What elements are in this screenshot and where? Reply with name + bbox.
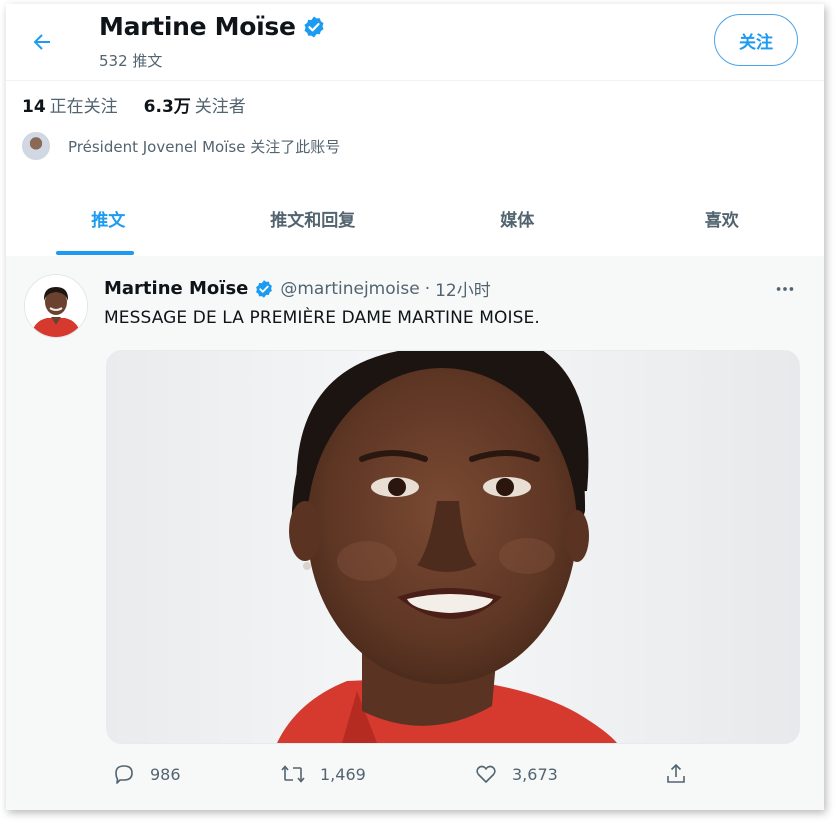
back-button[interactable] [26,26,58,58]
avatar-photo [25,275,87,337]
following-label: 正在关注 [49,97,118,117]
profile-tabs: 推文 推文和回复 媒体 喜欢 [6,188,824,254]
tweet-media-image[interactable] [106,350,800,744]
avatar[interactable] [24,274,88,338]
tweet-handle[interactable]: @martinejmoise [280,279,419,299]
tweet-count: 532 推文 [99,52,163,70]
tab-media[interactable]: 媒体 [415,188,620,254]
tweet-time[interactable]: 12小时 [435,276,491,301]
tweet-author-name[interactable]: Martine Moïse [104,278,248,299]
follow-stats: 14 正在关注 6.3万 关注者 [22,92,272,117]
followed-by-text: Président Jovenel Moïse 关注了此账号 [68,137,341,156]
tweet-text: MESSAGE DE LA PREMIÈRE DAME MARTINE MOIS… [104,308,540,328]
retweet-button[interactable]: 1,469 [280,762,366,786]
more-button[interactable] [774,278,796,305]
tweet[interactable]: Martine Moïse @martinejmoise · 12小时 MESS… [6,256,824,810]
separator-dot: · [424,278,431,299]
tab-likes[interactable]: 喜欢 [620,188,825,254]
tab-tweets-and-replies[interactable]: 推文和回复 [211,188,416,254]
profile-page: Martine Moïse 532 推文 关注 14 正在关注 6.3万 关注者 P… [6,4,824,810]
like-icon [476,765,496,783]
header-name-row: Martine Moïse [99,12,326,41]
reply-count: 986 [150,764,181,784]
verified-badge-icon [256,279,273,298]
followers-stat[interactable]: 6.3万 关注者 [144,92,246,117]
following-count: 14 [22,97,46,117]
active-tab-indicator [56,251,134,255]
tab-tweets[interactable]: 推文 [6,188,211,254]
profile-name: Martine Moïse [99,12,296,41]
verified-badge-icon [304,16,324,37]
follower-avatar [22,132,50,160]
reply-button[interactable]: 986 [112,762,181,786]
retweet-count: 1,469 [320,764,366,784]
like-count: 3,673 [512,764,558,784]
back-arrow-icon [33,34,50,50]
tweet-actions: 986 1,469 3,673 [106,762,706,792]
portrait-photo [107,351,799,743]
like-button[interactable]: 3,673 [474,762,558,786]
tweet-header: Martine Moïse @martinejmoise · 12小时 [104,276,491,301]
retweet-icon [281,765,305,783]
followers-label: 关注者 [194,97,246,117]
followers-count: 6.3万 [143,97,191,117]
following-stat[interactable]: 14 正在关注 [22,92,118,117]
followed-by-row[interactable]: Président Jovenel Moïse 关注了此账号 [22,132,340,160]
more-icon [776,287,794,291]
share-icon [667,763,685,783]
follow-button[interactable]: 关注 [714,14,798,66]
profile-header: Martine Moïse 532 推文 关注 [6,4,824,81]
reply-icon [115,765,133,784]
share-button[interactable] [664,762,702,786]
